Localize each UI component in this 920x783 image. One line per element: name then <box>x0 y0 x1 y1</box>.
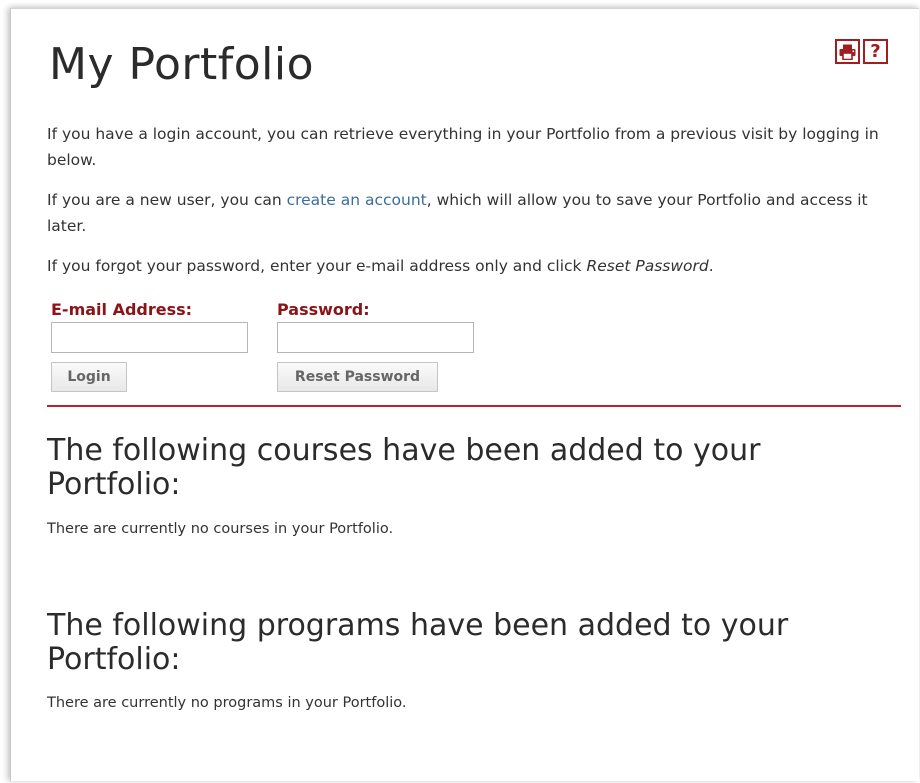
email-field[interactable] <box>51 322 248 353</box>
forgot-password-text-end: . <box>708 257 714 275</box>
section-divider <box>47 405 901 407</box>
new-user-text-start: If you are a new user, you can <box>47 191 287 209</box>
printer-icon-glyph <box>839 44 856 60</box>
courses-empty-message: There are currently no courses in your P… <box>47 521 394 537</box>
reset-password-emphasis: Reset Password <box>586 257 709 275</box>
printer-icon[interactable] <box>835 39 860 64</box>
programs-heading: The following programs have been added t… <box>47 608 789 677</box>
password-label: Password: <box>277 300 370 319</box>
forgot-password-text-start: If you forgot your password, enter your … <box>47 257 587 275</box>
page-tools: ? <box>835 39 888 64</box>
programs-empty-message: There are currently no programs in your … <box>47 695 407 711</box>
login-button[interactable]: Login <box>51 362 127 392</box>
new-user-text: If you are a new user, you can create an… <box>47 187 897 239</box>
forgot-password-text: If you forgot your password, enter your … <box>47 253 897 279</box>
login-intro-text: If you have a login account, you can ret… <box>47 125 879 169</box>
password-field[interactable] <box>277 322 474 353</box>
email-label: E-mail Address: <box>51 300 193 319</box>
courses-heading: The following courses have been added to… <box>47 433 761 502</box>
portfolio-panel: My Portfolio ? If you have a login accou… <box>10 8 919 781</box>
question-mark-icon[interactable]: ? <box>863 39 888 64</box>
reset-password-button[interactable]: Reset Password <box>277 362 438 392</box>
create-account-link[interactable]: create an account <box>287 191 427 209</box>
page-title: My Portfolio <box>49 39 314 90</box>
